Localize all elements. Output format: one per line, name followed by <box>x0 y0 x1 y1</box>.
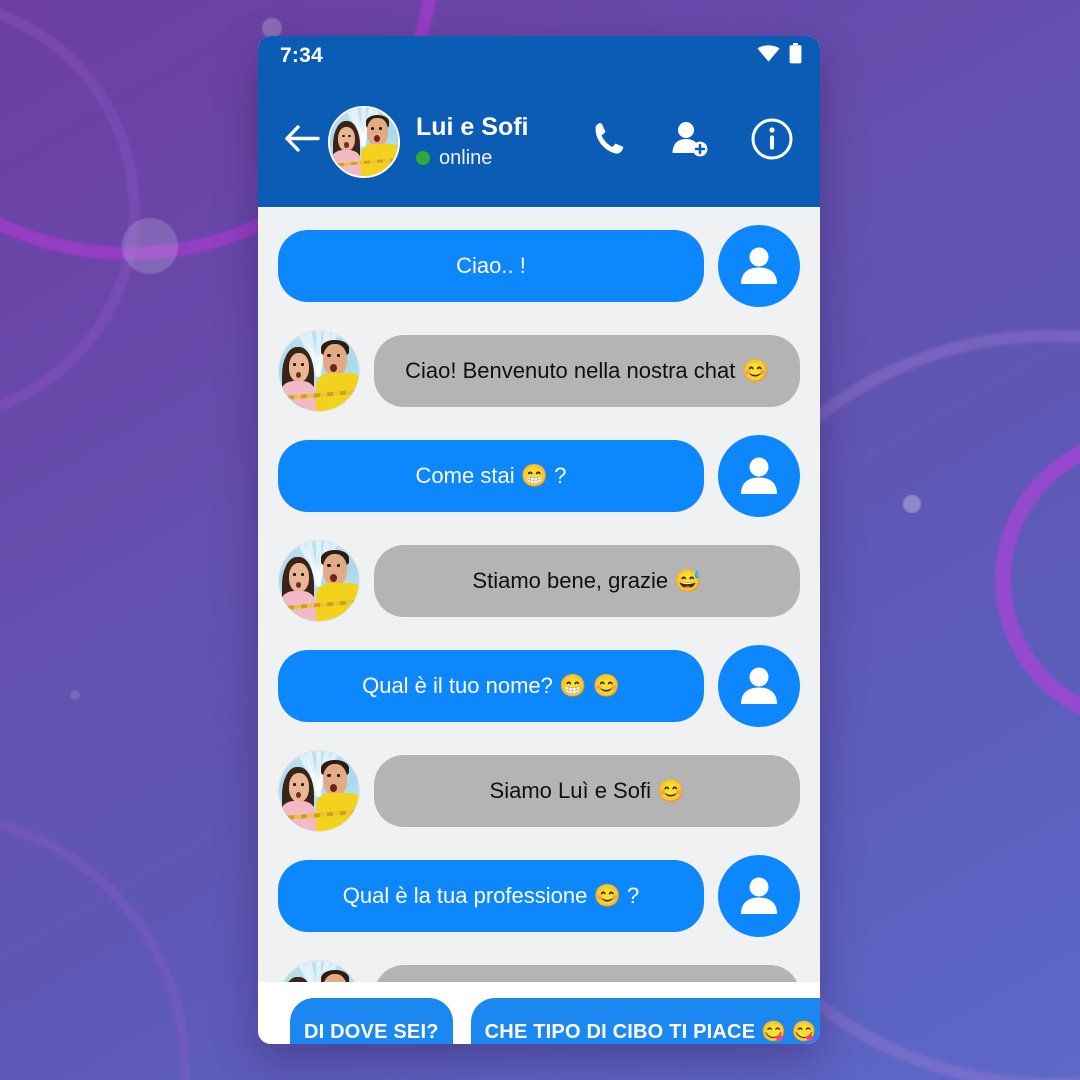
user-avatar[interactable] <box>718 645 800 727</box>
message-bubble-received[interactable] <box>374 965 800 982</box>
contact-avatar-image <box>279 331 359 411</box>
presence-row: online <box>416 147 590 170</box>
message-row: Come stai 😁 ? <box>278 435 800 517</box>
phone-frame: 7:34 Lui e Sofi online Ciao.. ! Ciao! Be… <box>258 36 820 1044</box>
contact-avatar[interactable] <box>278 960 360 982</box>
contact-avatar[interactable] <box>278 330 360 412</box>
contact-name: Lui e Sofi <box>416 113 529 142</box>
user-avatar[interactable] <box>718 225 800 307</box>
back-arrow-icon <box>284 124 320 159</box>
person-icon <box>741 667 777 704</box>
message-row: Qual è la tua professione 😊 ? <box>278 855 800 937</box>
phone-call-icon[interactable] <box>590 119 630 164</box>
quick-reply-chip[interactable]: CHE TIPO DI CIBO TI PIACE 😋 😋 ? <box>470 998 820 1044</box>
decor-arc-bottom-left <box>0 810 190 1080</box>
message-row: Qual è il tuo nome? 😁 😊 <box>278 645 800 727</box>
status-bar: 7:34 <box>258 36 820 76</box>
info-circle-icon[interactable] <box>750 117 794 166</box>
add-person-icon[interactable] <box>670 119 710 164</box>
contact-avatar-image <box>279 961 359 982</box>
message-row: Ciao! Benvenuto nella nostra chat 😊 <box>278 330 800 412</box>
contact-avatar-image <box>330 107 398 176</box>
contact-avatar-image <box>279 751 359 831</box>
status-time: 7:34 <box>280 44 323 67</box>
message-bubble-sent[interactable]: Qual è la tua professione 😊 ? <box>278 860 704 932</box>
message-bubble-sent[interactable]: Ciao.. ! <box>278 230 704 302</box>
online-status-dot <box>416 151 430 166</box>
message-row: Stiamo bene, grazie 😅 <box>278 540 800 622</box>
person-icon <box>741 877 777 914</box>
header-title-block[interactable]: Lui e Sofi online <box>416 113 590 170</box>
app-bar: Lui e Sofi online <box>258 76 820 207</box>
message-bubble-sent[interactable]: Qual è il tuo nome? 😁 😊 <box>278 650 704 722</box>
back-button[interactable] <box>282 124 322 159</box>
person-icon <box>741 457 777 494</box>
message-row: Ciao.. ! <box>278 225 800 307</box>
user-avatar[interactable] <box>718 855 800 937</box>
message-bubble-sent[interactable]: Come stai 😁 ? <box>278 440 704 512</box>
decor-circle-large <box>122 218 178 274</box>
wifi-icon <box>757 44 780 68</box>
message-bubble-received[interactable]: Siamo Luì e Sofi 😊 <box>374 755 800 827</box>
decor-circle-top <box>262 18 282 38</box>
battery-icon <box>789 43 802 69</box>
online-status-label: online <box>439 146 493 169</box>
message-list[interactable]: Ciao.. ! Ciao! Benvenuto nella nostra ch… <box>258 207 820 982</box>
contact-avatar[interactable] <box>278 540 360 622</box>
quick-reply-bar[interactable]: DI DOVE SEI? CHE TIPO DI CIBO TI PIACE 😋… <box>258 982 820 1044</box>
decor-circle-right <box>903 495 921 513</box>
message-bubble-received[interactable]: Ciao! Benvenuto nella nostra chat 😊 <box>374 335 800 407</box>
message-bubble-received[interactable]: Stiamo bene, grazie 😅 <box>374 545 800 617</box>
header-actions <box>590 117 798 166</box>
contact-avatar[interactable] <box>278 750 360 832</box>
person-icon <box>741 247 777 284</box>
status-icon-group <box>757 43 802 69</box>
message-row: Siamo Luì e Sofi 😊 <box>278 750 800 832</box>
contact-avatar[interactable] <box>328 105 400 178</box>
quick-reply-chip[interactable]: DI DOVE SEI? <box>290 998 453 1044</box>
message-row <box>278 960 800 982</box>
contact-avatar-image <box>279 541 359 621</box>
user-avatar[interactable] <box>718 435 800 517</box>
decor-circle-small <box>70 690 80 700</box>
